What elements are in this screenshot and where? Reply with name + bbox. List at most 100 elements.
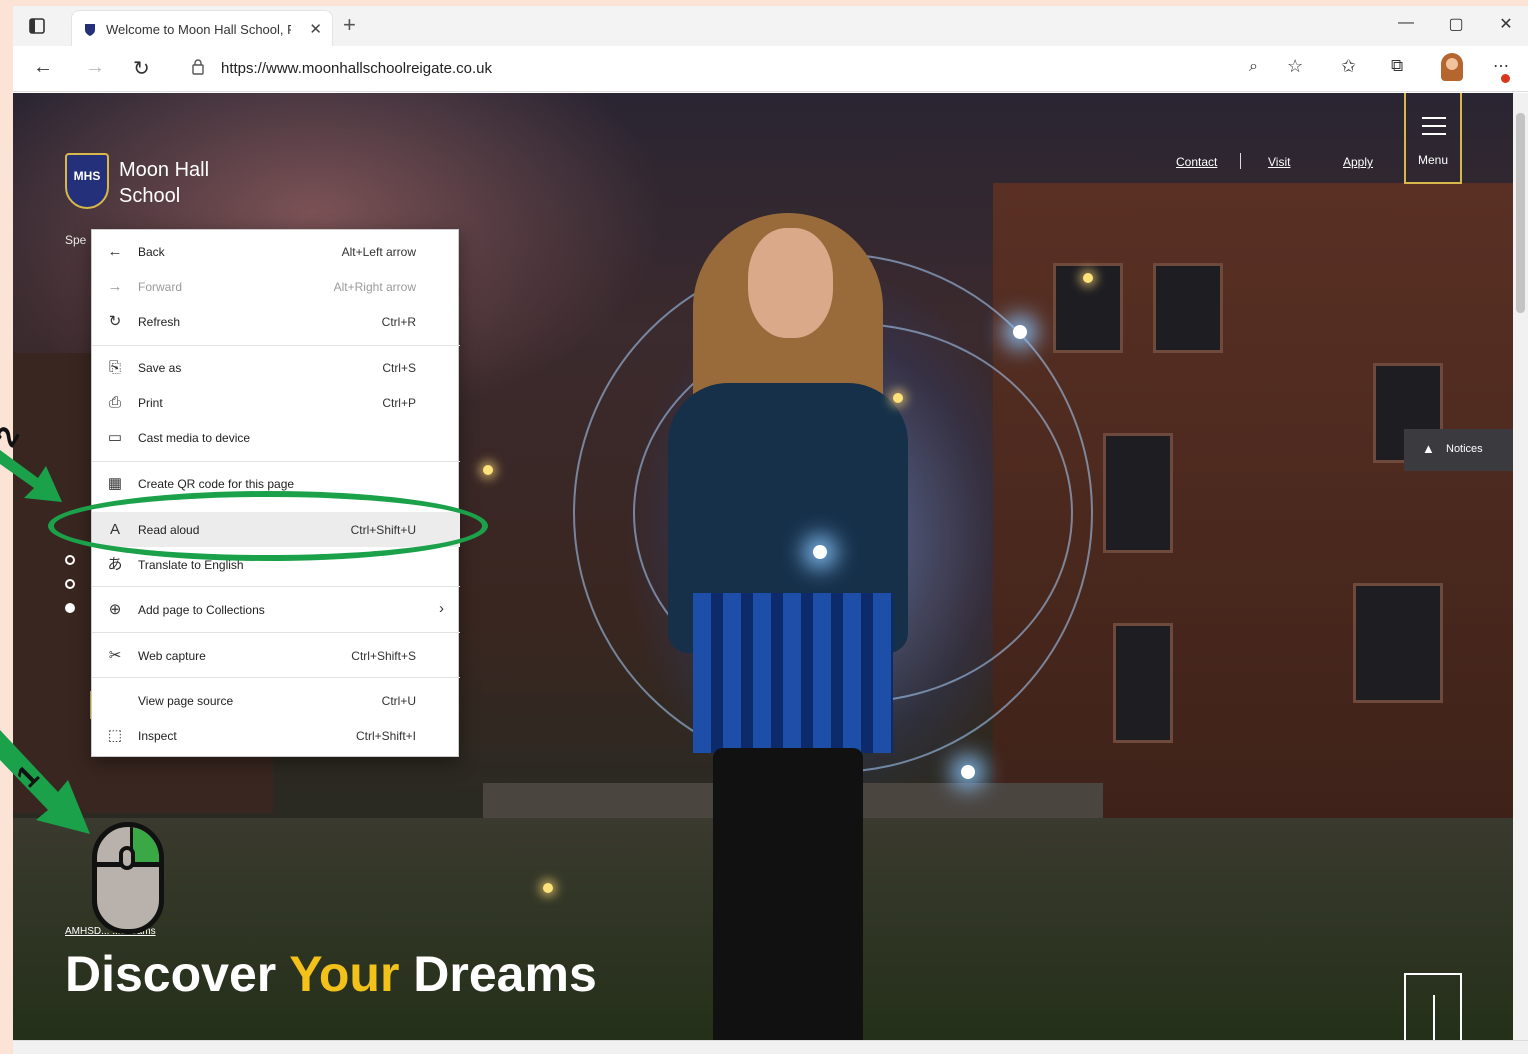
highlight-ellipse	[48, 491, 488, 561]
tab-title: Welcome to Moon Hall School, R	[106, 22, 291, 37]
active-tab[interactable]: Welcome to Moon Hall School, R ✕	[71, 10, 333, 46]
menu-separator	[92, 461, 460, 462]
sparkle	[483, 465, 493, 475]
hamburger-icon	[1422, 117, 1446, 141]
scroll-down-button[interactable]	[1404, 973, 1462, 1040]
collections-icon: ⊕	[108, 601, 122, 618]
step-1-arrow-icon	[0, 730, 90, 834]
menu-item-shortcut: Ctrl+Shift+S	[351, 649, 416, 663]
menu-item-shortcut: Ctrl+P	[382, 396, 416, 410]
slide-dot-active[interactable]	[65, 603, 75, 613]
sparkle	[893, 393, 903, 403]
light-orb	[961, 765, 975, 779]
settings-more-icon[interactable]: ⋯	[1493, 56, 1509, 76]
menu-separator	[92, 632, 460, 633]
forward-icon[interactable]: →	[85, 56, 105, 79]
menu-item-refresh[interactable]: ↻ Refresh Ctrl+R	[92, 304, 460, 339]
hero-title-highlight: Your	[289, 946, 400, 1002]
collections-icon[interactable]: ⧉	[1391, 56, 1403, 76]
logo-abbr: MHS	[73, 169, 101, 183]
url-text: https://www.moonhallschoolreigate.co.uk	[221, 60, 492, 77]
menu-item-web-capture[interactable]: ✂ Web capture Ctrl+Shift+S	[92, 638, 460, 673]
sparkle	[543, 883, 553, 893]
step-2-arrow-icon	[0, 450, 62, 502]
menu-item-label: Create QR code for this page	[138, 477, 295, 491]
school-favicon-icon	[85, 24, 95, 36]
web-capture-icon: ✂	[108, 647, 122, 664]
slide-dot[interactable]	[65, 579, 75, 589]
hero-title: Discover Your Dreams	[65, 945, 597, 1003]
menu-label: Menu	[1417, 153, 1449, 167]
tab-bar: Welcome to Moon Hall School, R ✕ + — ▢ ✕	[13, 6, 1528, 46]
mouse-right-button	[130, 827, 159, 867]
favorites-icon[interactable]: ✩	[1341, 56, 1356, 77]
menu-item-print[interactable]: ⎙ Print Ctrl+P	[92, 385, 460, 420]
menu-item-label: View page source	[138, 694, 234, 708]
notices-label: Notices	[1446, 443, 1483, 455]
forward-arrow-icon: →	[107, 278, 123, 295]
scrollbar-thumb[interactable]	[1516, 113, 1525, 313]
menu-item-label: Back	[138, 245, 165, 259]
zoom-icon[interactable]: ⌕	[1249, 58, 1258, 76]
notices-button[interactable]: ▲ Notices	[1404, 429, 1513, 471]
menu-item-label: Refresh	[138, 315, 181, 329]
print-icon: ⎙	[108, 394, 121, 411]
address-bar[interactable]: https://www.moonhallschoolreigate.co.uk	[181, 54, 1241, 84]
maximize-button[interactable]: ▢	[1441, 14, 1471, 34]
tagline-text: Spe	[65, 233, 87, 247]
menu-item-add-to-collections[interactable]: ⊕ Add page to Collections ›	[92, 592, 460, 627]
menu-separator	[92, 677, 460, 678]
tab-actions-icon[interactable]	[27, 16, 47, 36]
qr-code-icon: ▦	[107, 475, 123, 492]
back-arrow-icon: ←	[107, 243, 123, 260]
menu-button[interactable]: Menu	[1404, 93, 1462, 184]
mouse-wheel	[119, 846, 135, 870]
menu-item-cast[interactable]: ▭ Cast media to device	[92, 420, 460, 455]
menu-item-save-as[interactable]: ⎘ Save as Ctrl+S	[92, 350, 460, 385]
light-orb	[1013, 325, 1027, 339]
school-logo[interactable]: MHS	[65, 153, 109, 209]
hero-person-face	[748, 228, 833, 338]
menu-item-back[interactable]: ← Back Alt+Left arrow	[92, 234, 460, 269]
school-name[interactable]: Moon Hall School	[119, 157, 239, 209]
translate-icon: あ	[107, 556, 123, 573]
nav-apply-link[interactable]: Apply	[1343, 155, 1373, 169]
tab-close-icon[interactable]: ✕	[309, 20, 322, 38]
menu-separator	[92, 586, 460, 587]
inspect-icon: ⬚	[107, 727, 123, 744]
back-icon[interactable]: ←	[33, 56, 53, 79]
new-tab-button[interactable]: +	[343, 12, 356, 38]
slide-indicators	[65, 555, 75, 627]
add-favorite-icon[interactable]: ☆	[1287, 56, 1303, 77]
notification-badge	[1501, 74, 1510, 83]
menu-item-label: Forward	[138, 280, 183, 294]
minimize-button[interactable]: —	[1391, 14, 1421, 32]
menu-item-label: Inspect	[138, 729, 177, 743]
profile-avatar[interactable]	[1441, 53, 1463, 81]
close-window-button[interactable]: ✕	[1491, 14, 1521, 34]
hero-person-skirt	[693, 593, 893, 753]
menu-item-label: Web capture	[138, 649, 206, 663]
refresh-icon: ↻	[108, 313, 122, 330]
vertical-scrollbar[interactable]	[1513, 93, 1528, 1040]
slide-dot[interactable]	[65, 555, 75, 565]
refresh-icon[interactable]: ↻	[133, 56, 150, 81]
cast-icon: ▭	[107, 429, 123, 446]
browser-toolbar: ← → ↻ https://www.moonhallschoolreigate.…	[13, 46, 1528, 92]
nav-visit-link[interactable]: Visit	[1268, 155, 1290, 169]
menu-item-shortcut: Ctrl+U	[381, 694, 416, 708]
nav-contact-link[interactable]: Contact	[1176, 155, 1217, 169]
menu-item-shortcut: Ctrl+Shift+I	[355, 729, 416, 743]
chevron-right-icon: ›	[439, 600, 444, 617]
scroll-down-line-icon	[1433, 995, 1435, 1040]
mouse-right-click-icon	[92, 822, 164, 934]
light-orb	[813, 545, 827, 559]
menu-item-label: Cast media to device	[138, 431, 251, 445]
hero-person-legs	[713, 748, 863, 1040]
menu-item-forward[interactable]: → Forward Alt+Right arrow	[92, 269, 460, 304]
hero-title-part: Dreams	[399, 946, 597, 1002]
horizontal-scrollbar[interactable]	[13, 1040, 1528, 1054]
menu-item-inspect[interactable]: ⬚ Inspect Ctrl+Shift+I	[92, 718, 460, 753]
menu-item-view-source[interactable]: View page source Ctrl+U	[92, 683, 460, 718]
page-info-icon[interactable]	[191, 59, 205, 75]
